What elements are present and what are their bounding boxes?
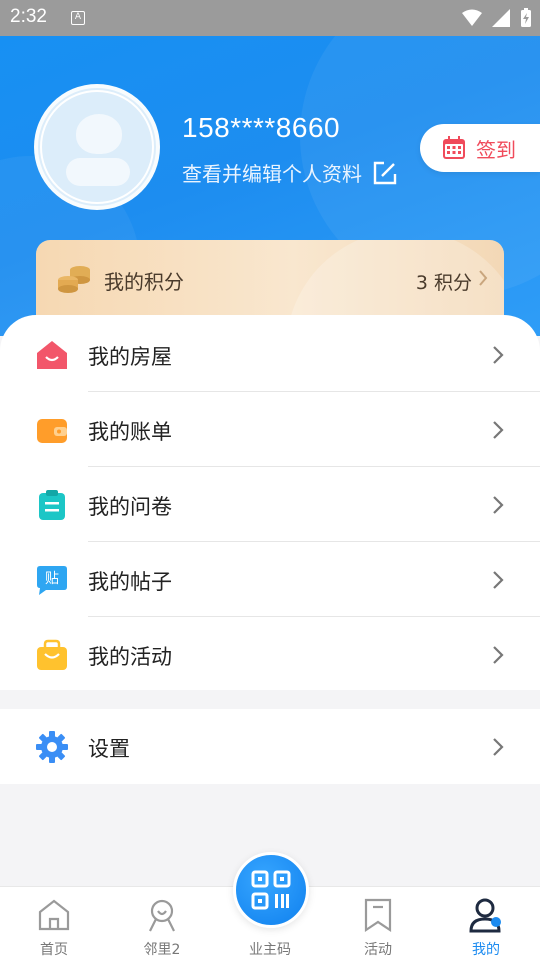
sign-in-label: 签到 <box>476 137 516 162</box>
house-icon <box>37 341 67 369</box>
nav-profile-label: 我的 <box>472 942 500 958</box>
menu-item-my-activities[interactable]: 我的活动 <box>0 617 540 692</box>
post-icon: 贴 <box>37 566 67 595</box>
coins-icon <box>58 266 90 293</box>
menu-item-my-surveys[interactable]: 我的问卷 <box>0 467 540 542</box>
notification-icon: A <box>71 11 85 25</box>
settings-label: 设置 <box>88 737 130 761</box>
battery-icon <box>521 8 531 27</box>
menu-item-label: 我的房屋 <box>88 345 172 369</box>
settings-item[interactable]: 设置 <box>0 709 540 784</box>
gear-icon <box>36 731 68 763</box>
svg-text:贴: 贴 <box>45 571 59 587</box>
nav-community-label: 邻里2 <box>143 942 181 958</box>
chevron-right-icon <box>479 270 488 286</box>
status-icons <box>462 8 532 28</box>
phone-number: 158****8660 <box>182 112 341 143</box>
chevron-right-icon <box>493 571 504 589</box>
calendar-icon <box>443 136 465 159</box>
edit-profile-link[interactable]: 查看并编辑个人资料 <box>182 158 398 187</box>
nav-community[interactable]: 邻里2 <box>108 887 216 960</box>
menu-item-label: 我的账单 <box>88 420 172 444</box>
edit-icon <box>373 161 397 184</box>
gift-bag-icon <box>37 639 67 670</box>
status-time: 2:32 <box>10 6 47 27</box>
owner-code-button[interactable] <box>233 852 309 928</box>
chevron-right-icon <box>493 346 504 364</box>
menu-item-label: 我的活动 <box>88 645 172 669</box>
points-label: 我的积分 <box>104 270 184 294</box>
points-value: 3 积分 <box>415 272 472 294</box>
signal-icon <box>492 9 510 27</box>
menu-item-label: 我的问卷 <box>88 495 172 519</box>
chevron-right-icon <box>493 421 504 439</box>
nav-profile[interactable]: 我的 <box>432 887 540 960</box>
nav-home-label: 首页 <box>40 942 68 958</box>
qr-code-icon <box>251 870 291 910</box>
community-icon <box>149 899 175 932</box>
nav-owner-code-label: 业主码 <box>249 942 291 958</box>
status-bar: 2:32 A <box>0 0 540 36</box>
profile-icon <box>469 898 501 933</box>
chevron-right-icon <box>493 496 504 514</box>
chevron-right-icon <box>493 646 504 664</box>
nav-activities[interactable]: 活动 <box>324 887 432 960</box>
edit-profile-label: 查看并编辑个人资料 <box>182 162 362 186</box>
menu-list: 我的房屋 我的账单 我的问卷 贴 我的帖子 我的活动 <box>0 315 540 690</box>
menu-item-my-posts[interactable]: 贴 我的帖子 <box>0 542 540 617</box>
home-icon <box>38 899 70 931</box>
wifi-icon <box>462 9 482 26</box>
avatar[interactable] <box>34 84 160 210</box>
wallet-icon <box>37 419 67 443</box>
menu-item-my-house[interactable]: 我的房屋 <box>0 317 540 392</box>
menu-item-settings[interactable]: 设置 <box>0 709 540 784</box>
menu-item-label: 我的帖子 <box>88 570 172 594</box>
clipboard-icon <box>39 490 65 520</box>
chevron-right-icon <box>493 738 504 756</box>
nav-activities-label: 活动 <box>364 942 392 958</box>
sign-in-button[interactable]: 签到 <box>420 124 540 172</box>
menu-item-my-bills[interactable]: 我的账单 <box>0 392 540 467</box>
bookmark-icon <box>364 898 392 933</box>
nav-home[interactable]: 首页 <box>0 887 108 960</box>
